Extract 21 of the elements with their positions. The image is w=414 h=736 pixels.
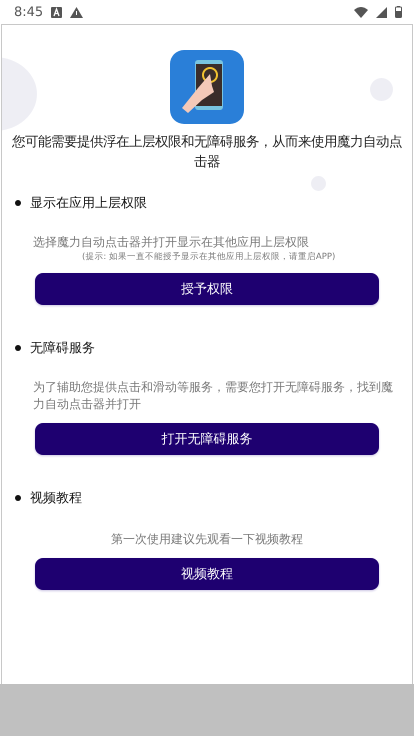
action-button[interactable]: 视频教程 xyxy=(35,558,379,590)
battery-icon xyxy=(395,6,402,18)
bullet-icon xyxy=(15,495,21,501)
action-button[interactable]: 授予权限 xyxy=(35,273,379,305)
section-heading: 无障碍服务 xyxy=(30,340,95,357)
wifi-icon xyxy=(354,6,368,18)
hint-text: (提示: 如果一直不能授予显示在其他应用上层权限，请重启APP) xyxy=(81,251,336,263)
section-description: 为了辅助您提供点击和滑动等服务，需要您打开无障碍服务，找到魔力自动点击器并打开 xyxy=(32,379,394,413)
bullet-icon xyxy=(15,200,21,206)
signal-icon xyxy=(376,6,387,18)
section-heading: 显示在应用上层权限 xyxy=(30,195,147,212)
action-button[interactable]: 打开无障碍服务 xyxy=(35,423,379,455)
app-logo-icon xyxy=(170,50,244,124)
section-heading: 视频教程 xyxy=(30,490,82,507)
section-description: 第一次使用建议先观看一下视频教程 xyxy=(110,531,304,548)
bullet-icon xyxy=(15,345,21,351)
warning-icon xyxy=(70,6,84,18)
intro-text: 您可能需要提供浮在上层权限和无障碍服务，从而来使用魔力自动点击器 xyxy=(11,134,403,172)
status-time: 8:45 xyxy=(14,4,44,20)
section-description: 选择魔力自动点击器并打开显示在其他应用上层权限 xyxy=(32,234,310,251)
notification-a-icon xyxy=(51,6,62,18)
